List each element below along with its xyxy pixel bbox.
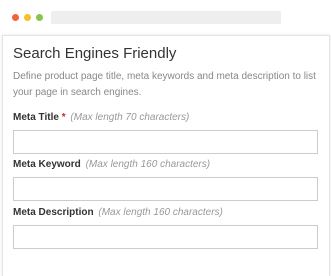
- meta-title-label-text: Meta Title: [13, 112, 59, 123]
- meta-title-input[interactable]: [13, 130, 318, 154]
- close-window-dot[interactable]: [12, 14, 19, 21]
- browser-titlebar: [0, 0, 331, 35]
- meta-title-label: Meta Title * (Max length 70 characters): [13, 112, 189, 123]
- meta-keyword-label: Meta Keyword (Max length 160 characters): [13, 159, 210, 170]
- meta-keyword-label-text: Meta Keyword: [13, 159, 81, 170]
- minimize-window-dot[interactable]: [24, 14, 31, 21]
- maximize-window-dot[interactable]: [36, 14, 43, 21]
- meta-description-label-text: Meta Description: [13, 207, 94, 218]
- meta-description-hint: (Max length 160 characters): [98, 207, 223, 218]
- meta-description-input[interactable]: [13, 225, 318, 249]
- address-bar[interactable]: [51, 11, 281, 24]
- seo-settings-panel: Search Engines Friendly Define product p…: [2, 35, 330, 276]
- meta-keyword-input[interactable]: [13, 177, 318, 201]
- section-title: Search Engines Friendly: [13, 45, 177, 62]
- meta-description-label: Meta Description (Max length 160 charact…: [13, 207, 223, 218]
- section-description: Define product page title, meta keywords…: [13, 71, 316, 98]
- meta-keyword-hint: (Max length 160 characters): [85, 159, 211, 170]
- required-mark: *: [61, 112, 66, 123]
- meta-title-hint: (Max length 70 characters): [70, 112, 190, 123]
- browser-window: Search Engines Friendly Define product p…: [0, 0, 331, 276]
